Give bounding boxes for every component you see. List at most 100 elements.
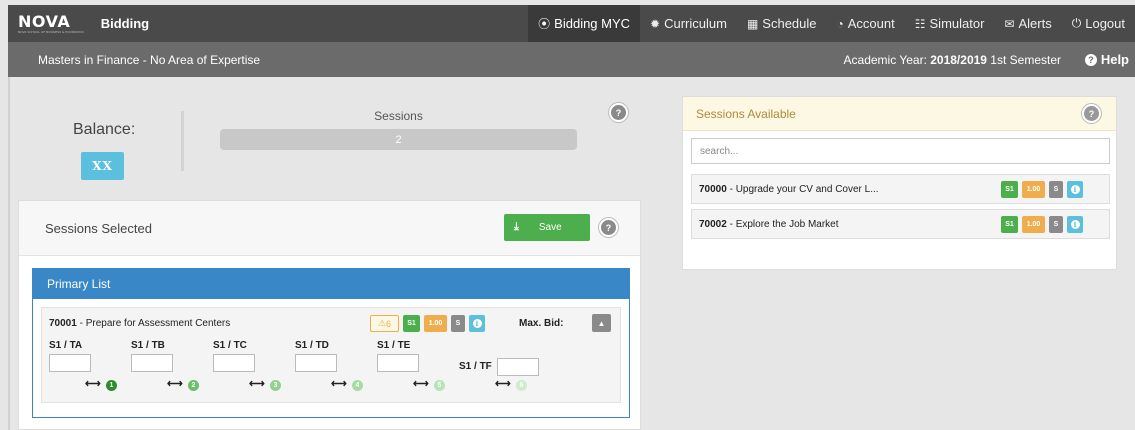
session-name: - Prepare for Assessment Centers (76, 318, 231, 329)
slot-label: S1 / TD (295, 340, 329, 351)
nav-bidding-myc[interactable]: ⦿ Bidding MYC (528, 5, 641, 42)
reorder-arrow-icon[interactable]: ⟷ (413, 377, 429, 390)
credits-badge: 1.00 (1022, 216, 1045, 233)
primary-list: Primary List 70001 - Prepare for Assessm… (32, 268, 630, 418)
program-bar: Masters in Finance - No Area of Expertis… (8, 42, 1135, 77)
list-icon: ☷ (914, 16, 926, 31)
order-number: 1 (106, 380, 117, 391)
type-badge: S (451, 315, 465, 332)
order-number: 6 (516, 380, 527, 391)
target-icon: ⦿ (538, 17, 551, 31)
nav-label: Account (847, 16, 895, 31)
bid-input-tf[interactable] (497, 358, 539, 376)
nova-logo[interactable]: NOVA NOVA SCHOOL OF BUSINESS & ECONOMICS (18, 13, 84, 34)
nav-schedule[interactable]: ▦ Schedule (737, 5, 827, 42)
reorder-arrow-icon[interactable]: ⟷ (495, 377, 511, 390)
search-input[interactable] (691, 138, 1110, 164)
order-number: 5 (434, 380, 445, 391)
session-name: - Upgrade your CV and Cover L... (726, 184, 879, 195)
reorder-arrow-icon[interactable]: ⟷ (85, 377, 101, 390)
chevron-up-icon: ▲ (597, 318, 606, 328)
semester-badge: S1 (1001, 181, 1018, 198)
bid-input-ta[interactable] (49, 354, 91, 372)
session-title: 70002 - Explore the Job Market (699, 219, 839, 230)
academic-year: Academic Year: 2018/2019 1st Semester (844, 53, 1061, 67)
available-session-row[interactable]: 70002 - Explore the Job Market S1 1.00 S… (691, 209, 1110, 239)
save-button[interactable]: ⤓ Save (504, 214, 590, 241)
info-icon: i (472, 319, 482, 328)
app-title: Bidding (100, 16, 150, 31)
order-number: 3 (270, 380, 281, 391)
available-session-row[interactable]: 70000 - Upgrade your CV and Cover L... S… (691, 174, 1110, 204)
semester-badge: S1 (1001, 216, 1018, 233)
nav-simulator[interactable]: ☷ Simulator (905, 5, 995, 42)
help-icon[interactable]: ? (599, 218, 618, 237)
sessions-progress: 2 (220, 129, 577, 150)
nav-alerts[interactable]: ✉ Alerts (994, 5, 1061, 42)
session-code: 70000 (699, 184, 727, 195)
sessions-label: Sessions (374, 109, 423, 123)
divider (181, 111, 184, 171)
left-border (8, 77, 10, 430)
nav-label: Alerts (1018, 16, 1052, 31)
type-badge: S (1049, 181, 1063, 198)
reorder-arrow-icon[interactable]: ⟷ (331, 377, 347, 390)
nav-label: Curriculum (664, 16, 727, 31)
session-code: 70001 (49, 318, 77, 329)
bid-input-te[interactable] (377, 354, 419, 372)
slot-label: S1 / TA (49, 340, 83, 351)
info-icon: i (1070, 185, 1080, 194)
warning-badge: ⚠ 6 (370, 315, 399, 332)
panel-title: Sessions Available (696, 106, 796, 121)
warning-icon: ⚠ (377, 318, 387, 328)
selected-session-item: 70001 - Prepare for Assessment Centers ⚠… (41, 307, 621, 403)
program-name: Masters in Finance - No Area of Expertis… (38, 52, 261, 67)
sessions-available-panel: Sessions Available ? 70000 - Upgrade you… (682, 96, 1117, 270)
nav-logout[interactable]: ⏻ Logout (1062, 5, 1135, 42)
envelope-icon: ✉ (1004, 16, 1015, 31)
main-nav: ⦿ Bidding MYC ✹ Curriculum ▦ Schedule ◔ Acco… (528, 5, 1135, 42)
info-button[interactable]: i (469, 315, 485, 332)
max-bid-label: Max. Bid: (519, 318, 564, 329)
credits-badge: 1.00 (1022, 181, 1045, 198)
dashboard-icon: ◔ (836, 16, 844, 31)
balance-label: Balance: (73, 121, 136, 138)
help-icon[interactable]: ? (1082, 104, 1101, 123)
session-title: 70001 - Prepare for Assessment Centers (49, 318, 230, 329)
bid-input-tc[interactable] (213, 354, 255, 372)
save-label: Save (538, 222, 562, 233)
panel-header: Sessions Available (683, 97, 1116, 131)
nav-account[interactable]: ◔ Account (827, 5, 905, 42)
info-button[interactable]: i (1067, 181, 1083, 198)
nav-label: Simulator (929, 16, 985, 31)
order-number: 2 (188, 380, 199, 391)
order-number: 4 (352, 380, 363, 391)
slot-label: S1 / TC (213, 340, 247, 351)
type-badge: S (1049, 216, 1063, 233)
nav-label: Logout (1085, 16, 1125, 31)
reorder-arrow-icon[interactable]: ⟷ (167, 377, 183, 390)
logo-subtitle: NOVA SCHOOL OF BUSINESS & ECONOMICS (18, 29, 84, 34)
info-button[interactable]: i (1067, 216, 1083, 233)
bid-input-tb[interactable] (131, 354, 173, 372)
bid-input-td[interactable] (295, 354, 337, 372)
nav-curriculum[interactable]: ✹ Curriculum (640, 5, 737, 42)
cog-icon: ✹ (650, 16, 661, 31)
download-icon: ⤓ (514, 221, 519, 233)
warning-count: 6 (386, 318, 392, 329)
panel-header: Sessions Selected ⤓ Save ? (19, 201, 640, 256)
year-value: 2018/2019 (930, 52, 987, 67)
info-icon: i (1070, 220, 1080, 229)
top-navbar: NOVA NOVA SCHOOL OF BUSINESS & ECONOMICS… (8, 5, 1135, 42)
reorder-arrow-icon[interactable]: ⟷ (249, 377, 265, 390)
collapse-button[interactable]: ▲ (592, 314, 611, 332)
credits-badge: 1.00 (424, 315, 447, 332)
year-prefix: Academic Year: (843, 52, 931, 67)
slot-label: S1 / TF (459, 361, 492, 372)
power-icon: ⏻ (1071, 16, 1082, 30)
slot-label: S1 / TB (131, 340, 165, 351)
calendar-icon: ▦ (746, 16, 759, 31)
help-link[interactable]: ? Help (1084, 52, 1129, 67)
help-icon[interactable]: ? (609, 103, 628, 122)
session-code: 70002 (699, 219, 727, 230)
